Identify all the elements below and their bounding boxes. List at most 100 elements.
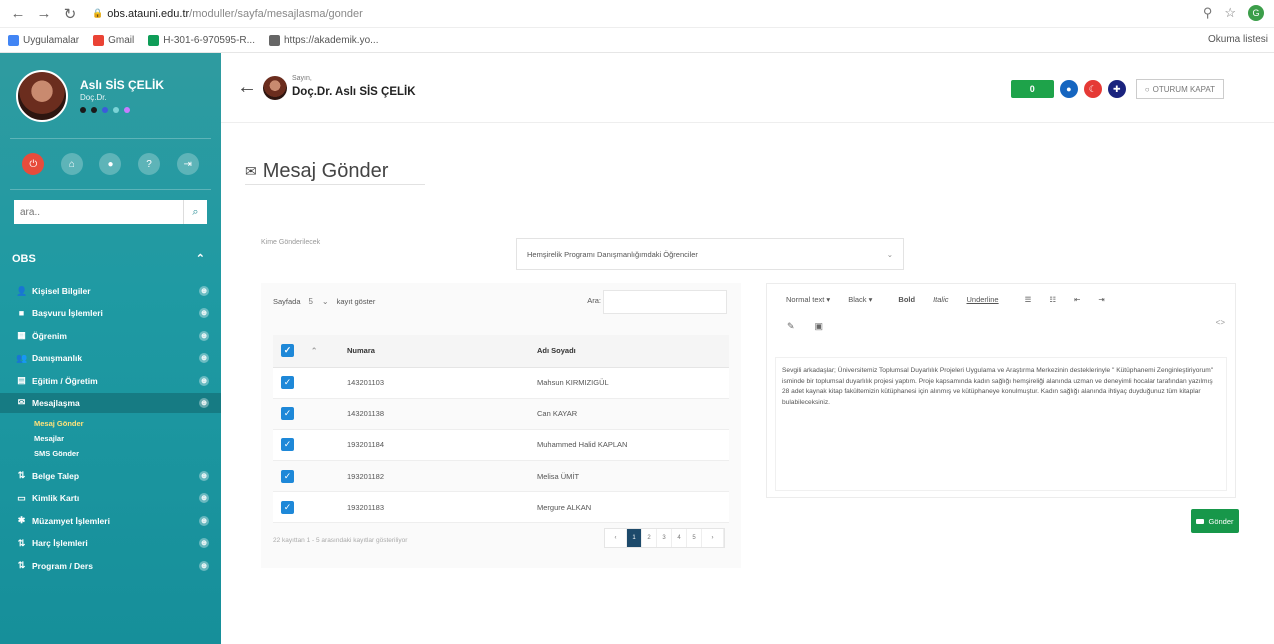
turkish-flag-icon[interactable]: ☾ xyxy=(1083,80,1102,98)
submenu-item[interactable]: Mesajlar xyxy=(34,431,221,446)
sidebar-item-danismanlik[interactable]: 👥 Danışmanlık ⊕ xyxy=(0,348,221,368)
expand-icon: ⊕ xyxy=(199,308,209,319)
message-body[interactable]: Sevgili arkadaşlar; Üniversitemiz Toplum… xyxy=(775,357,1227,491)
cell-numara: 193201182 xyxy=(339,460,529,493)
star-icon[interactable]: ☆ xyxy=(1224,5,1236,21)
forward-icon[interactable]: → xyxy=(34,4,54,24)
url-host: obs.atauni.edu.tr xyxy=(107,7,190,20)
text-color-dropdown[interactable]: Black ▾ xyxy=(839,289,881,309)
table-row[interactable]: ✓ 143201103 Mahsun KIRMIZIGÜL xyxy=(273,367,729,399)
col-numara[interactable]: Numara xyxy=(339,335,529,368)
recipient-select[interactable]: Hemşirelik Programı Danışmanlığımdaki Öğ… xyxy=(516,238,904,270)
bookmark-item[interactable]: Gmail xyxy=(93,34,134,46)
row-checkbox[interactable]: ✓ xyxy=(281,500,294,514)
table-row[interactable]: ✓ 193201184 Muhammed Halid KAPLAN xyxy=(273,429,729,462)
italic-button[interactable]: Italic xyxy=(924,289,957,309)
address-bar[interactable]: 🔒 obs.atauni.edu.tr /moduller/sayfa/mesa… xyxy=(92,8,363,20)
image-icon[interactable]: ▣ xyxy=(805,316,834,336)
sidebar-search-input[interactable] xyxy=(14,200,183,224)
sidebar-item-program-ders[interactable]: ⇅ Program / Ders ⊕ xyxy=(0,556,221,576)
back-icon[interactable]: ← xyxy=(8,4,28,24)
sidebar-item-muzamyet-islemleri[interactable]: ✱ Müzamyet İşlemleri ⊕ xyxy=(0,511,221,531)
table-search-label: Ara: xyxy=(587,296,601,305)
code-view-icon[interactable]: <> xyxy=(1216,318,1225,327)
table-row[interactable]: ✓ 193201182 Melisa ÜMİT xyxy=(273,460,729,493)
table-search-input[interactable] xyxy=(603,290,727,314)
section-obs[interactable]: OBS ⌃ xyxy=(12,252,205,266)
underline-button[interactable]: Underline xyxy=(958,289,1008,309)
page-button[interactable]: 4 xyxy=(672,529,687,547)
back-arrow-icon[interactable]: ← xyxy=(237,76,257,99)
sidebar-menu: 👤 Kişisel Bilgiler ⊕ ■ Başvuru İşlemleri ⊕ ▦ Öğ… xyxy=(0,281,221,413)
page-title: ✉ Mesaj Gönder xyxy=(245,160,388,183)
indent-icon[interactable]: ⇥ xyxy=(1089,289,1113,309)
sidebar-item-kisisel-bilgiler[interactable]: 👤 Kişisel Bilgiler ⊕ xyxy=(0,281,221,301)
sidebar-item-label: Mesajlaşma xyxy=(32,397,80,408)
sidebar-item-label: Müzamyet İşlemleri xyxy=(32,515,110,526)
chat-icon[interactable]: ● xyxy=(99,153,122,175)
numbered-list-icon[interactable]: ☷ xyxy=(1040,289,1065,309)
power-icon[interactable]: ⏻ xyxy=(22,153,45,175)
avatar[interactable] xyxy=(16,69,68,122)
reading-list[interactable]: Okuma listesi xyxy=(1208,34,1268,45)
bold-button[interactable]: Bold xyxy=(889,289,924,309)
globe-icon[interactable]: ● xyxy=(1059,80,1078,98)
bookmark-icon xyxy=(268,34,280,46)
page-length-select[interactable]: 5 ⌄ xyxy=(309,297,329,306)
row-checkbox[interactable]: ✓ xyxy=(281,469,294,483)
url-path: /moduller/sayfa/mesajlasma/gonder xyxy=(189,7,363,20)
recipient-label: Kime Gönderilecek xyxy=(261,239,321,246)
row-checkbox[interactable]: ✓ xyxy=(281,438,294,452)
select-all-checkbox[interactable]: ✓ xyxy=(281,344,294,358)
sidebar-item-harc-islemleri[interactable]: ⇅ Harç İşlemleri ⊕ xyxy=(0,533,221,553)
page-length-value: 5 xyxy=(308,296,313,306)
students-table: ✓ ⌃ Numara Adı Soyadı ✓ 143201103 Mahsun K… xyxy=(273,335,729,524)
home-icon[interactable]: ⌂ xyxy=(60,153,83,175)
bookmark-item[interactable]: https://akademik.yo... xyxy=(268,34,378,46)
link-icon[interactable]: ✎ xyxy=(777,316,805,336)
page-button[interactable]: ‹ xyxy=(605,529,627,547)
submenu-item[interactable]: Mesaj Gönder xyxy=(34,416,221,431)
page-button[interactable]: › xyxy=(702,529,724,547)
col-ad-soyad[interactable]: Adı Soyadı xyxy=(529,335,729,368)
row-checkbox[interactable]: ✓ xyxy=(281,376,294,390)
sidebar-item-belge-talep[interactable]: ⇅ Belge Talep ⊕ xyxy=(0,466,221,486)
english-flag-icon[interactable]: ✚ xyxy=(1107,80,1126,98)
zoom-icon[interactable]: ⚲ xyxy=(1203,5,1213,21)
notification-counter-button[interactable]: 0 xyxy=(1010,80,1054,98)
sort-icon[interactable]: ⌃ xyxy=(303,335,339,368)
chevron-up-icon: ⌃ xyxy=(195,253,205,265)
sidebar-user-name: Aslı SİS ÇELİK xyxy=(80,78,165,92)
page-button[interactable]: 5 xyxy=(687,529,702,547)
submenu-item[interactable]: SMS Gönder xyxy=(34,446,221,461)
send-button[interactable]: Gönder xyxy=(1191,509,1239,533)
logout-icon[interactable]: ⇥ xyxy=(176,153,199,175)
search-icon[interactable]: ⌕ xyxy=(183,200,207,224)
expand-icon: ⊕ xyxy=(199,375,209,386)
help-icon[interactable]: ? xyxy=(138,153,161,175)
table-row[interactable]: ✓ 193201183 Mergure ALKAN xyxy=(273,491,729,524)
row-checkbox[interactable]: ✓ xyxy=(281,407,294,421)
text-style-dropdown[interactable]: Normal text ▾ xyxy=(777,289,839,309)
sidebar-menu-more: ⇅ Belge Talep ⊕ ▭ Kimlik Kartı ⊕ ✱ Müzamyet İşl… xyxy=(0,466,221,576)
expand-icon: ⊕ xyxy=(199,330,209,341)
page-button[interactable]: 2 xyxy=(642,529,657,547)
sidebar-item-kimlik-karti[interactable]: ▭ Kimlik Kartı ⊕ xyxy=(0,488,221,508)
logout-button[interactable]: ○ OTURUM KAPAT xyxy=(1135,79,1224,99)
reload-icon[interactable]: ↻ xyxy=(60,4,80,24)
sidebar-item-label: Program / Ders xyxy=(32,560,93,571)
table-row[interactable]: ✓ 143201138 Can KAYAR xyxy=(273,398,729,430)
sidebar-item-mesajlasma[interactable]: ✉ Mesajlaşma ⊕ xyxy=(0,392,221,413)
page-button[interactable]: 3 xyxy=(657,529,672,547)
page-button[interactable]: 1 xyxy=(627,529,642,547)
outdent-icon[interactable]: ⇤ xyxy=(1065,289,1089,309)
sidebar-item-ogrenim[interactable]: ▦ Öğrenim ⊕ xyxy=(0,326,221,346)
cell-numara: 193201183 xyxy=(339,491,529,524)
bookmark-item[interactable]: H-301-6-970595-R... xyxy=(148,34,255,46)
egitim-ogretim-icon: ▤ xyxy=(17,375,26,386)
sidebar-item-egitim-ogretim[interactable]: ▤ Eğitim / Öğretim ⊕ xyxy=(0,371,221,391)
sidebar-item-basvuru-islemleri[interactable]: ■ Başvuru İşlemleri ⊕ xyxy=(0,303,221,323)
bullet-list-icon[interactable]: ☰ xyxy=(1016,289,1041,309)
profile-avatar[interactable]: G xyxy=(1248,5,1264,21)
bookmark-item[interactable]: Uygulamalar xyxy=(8,34,79,46)
